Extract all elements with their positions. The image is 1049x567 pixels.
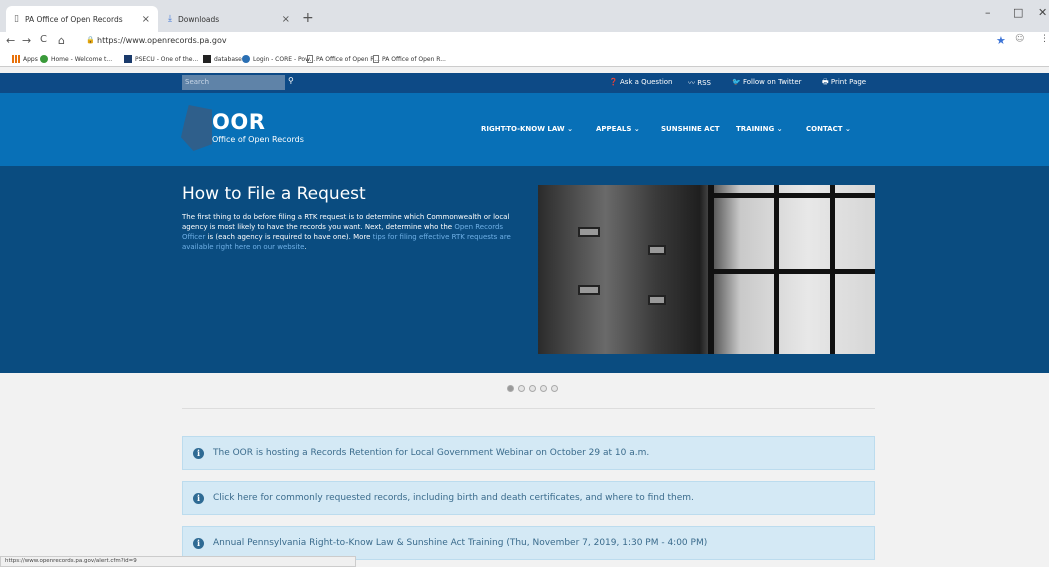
alert-annual-training[interactable]: i Annual Pennsylvania Right-to-Know Law … (182, 526, 875, 560)
tab-title: Downloads (177, 14, 220, 24)
close-window-button[interactable]: ✕ (1038, 6, 1047, 19)
nav-training[interactable]: TRAINING ⌄ (736, 125, 783, 133)
home-icon[interactable]: ⌂ (58, 34, 65, 47)
bookmark-star-icon[interactable]: ★ (996, 34, 1006, 47)
pennsylvania-map-logo-icon (181, 105, 212, 151)
carousel-dot[interactable] (529, 385, 536, 392)
carousel-indicators (507, 385, 558, 392)
chevron-down-icon: ⌄ (633, 125, 640, 133)
nav-appeals[interactable]: APPEALS ⌄ (596, 125, 640, 133)
page-icon (307, 55, 313, 63)
filing-cabinet-photo (538, 185, 875, 354)
page-icon: ▯ (14, 14, 19, 24)
favicon-icon (203, 55, 211, 63)
chevron-down-icon: ⌄ (844, 125, 851, 133)
carousel-dot[interactable] (507, 385, 514, 392)
bookmark-apps[interactable]: Apps (12, 55, 38, 63)
bookmark-home-welcome[interactable]: Home - Welcome t... (40, 55, 112, 63)
alert-common-records[interactable]: i Click here for commonly requested reco… (182, 481, 875, 515)
bookmark-database[interactable]: database (203, 55, 242, 63)
info-icon: i (193, 537, 204, 549)
close-tab-icon[interactable]: × (282, 14, 290, 25)
nav-contact[interactable]: CONTACT ⌄ (806, 125, 851, 133)
nav-sunshine-act[interactable]: SUNSHINE ACT (661, 125, 720, 133)
browser-tab-strip: ▯ PA Office of Open Records × ⤓ Download… (0, 0, 1049, 32)
chevron-down-icon: ⌄ (776, 125, 783, 133)
forward-icon[interactable]: → (22, 34, 31, 47)
bookmark-pa-office-2[interactable]: PA Office of Open R... (373, 55, 446, 63)
site-header: OOR Office of Open Records RIGHT-TO-KNOW… (0, 93, 1049, 166)
carousel-dot[interactable] (518, 385, 525, 392)
menu-kebab-icon[interactable]: ⋮ (1040, 34, 1049, 44)
info-icon: i (193, 447, 204, 459)
favicon-icon (40, 55, 48, 63)
twitter-icon: 🐦 (732, 78, 741, 86)
browser-toolbar: ← → C ⌂ 🔒 https://www.openrecords.pa.gov… (0, 32, 1049, 52)
alert-webinar[interactable]: i The OOR is hosting a Records Retention… (182, 436, 875, 470)
profile-icon[interactable]: ☺ (1015, 34, 1024, 44)
alert-text: Annual Pennsylvania Right-to-Know Law & … (213, 538, 708, 548)
site-utility-bar: Search ⚲ ❓ Ask a Question 〰 RSS 🐦 Follow… (0, 73, 1049, 93)
bookmark-login-core[interactable]: Login - CORE - Pow... (242, 55, 315, 63)
tab-pa-office[interactable]: ▯ PA Office of Open Records × (6, 6, 158, 32)
nav-right-to-know-law[interactable]: RIGHT-TO-KNOW LAW ⌄ (481, 125, 573, 133)
page-icon (373, 55, 379, 63)
close-tab-icon[interactable]: × (142, 14, 150, 25)
alert-text: Click here for commonly requested record… (213, 493, 694, 503)
logo-title[interactable]: OOR (212, 110, 265, 134)
back-icon[interactable]: ← (6, 34, 15, 47)
apps-grid-icon (12, 55, 20, 63)
hero-description: The first thing to do before filing a RT… (182, 213, 511, 251)
tab-title: PA Office of Open Records (24, 14, 123, 24)
twitter-link[interactable]: 🐦 Follow on Twitter (732, 78, 802, 86)
carousel-dot[interactable] (551, 385, 558, 392)
question-circle-icon: ❓ (609, 78, 618, 86)
carousel-dot[interactable] (540, 385, 547, 392)
ask-question-link[interactable]: ❓ Ask a Question (609, 78, 673, 86)
new-tab-button[interactable]: + (302, 10, 314, 26)
tab-downloads[interactable]: ⤓ Downloads × (160, 6, 298, 32)
bookmarks-bar: Apps Home - Welcome t... PSECU - One of … (0, 52, 1049, 67)
reload-icon[interactable]: C (40, 34, 47, 45)
download-icon: ⤓ (168, 14, 172, 24)
favicon-icon (124, 55, 132, 63)
hero-title: How to File a Request (182, 184, 366, 204)
chevron-down-icon: ⌄ (567, 125, 573, 133)
print-icon: 🖶 (822, 78, 829, 86)
logo-subtitle[interactable]: Office of Open Records (212, 135, 304, 144)
alert-text: The OOR is hosting a Records Retention f… (213, 448, 650, 458)
divider (182, 408, 875, 409)
favicon-icon (242, 55, 250, 63)
bookmark-psecu[interactable]: PSECU - One of the... (124, 55, 198, 63)
hero-carousel-slide: How to File a Request The first thing to… (0, 166, 1049, 373)
maximize-button[interactable]: □ (1013, 6, 1023, 19)
browser-status-url: https://www.openrecords.pa.gov/alert.cfm… (0, 556, 356, 567)
print-page-link[interactable]: 🖶 Print Page (822, 78, 866, 89)
bookmark-pa-office-1[interactable]: PA Office of Open R... (307, 55, 380, 63)
address-bar[interactable]: https://www.openrecords.pa.gov (97, 36, 227, 45)
lock-icon: 🔒 (86, 36, 95, 44)
search-input[interactable]: Search (182, 75, 285, 90)
search-icon[interactable]: ⚲ (288, 76, 294, 85)
rss-link[interactable]: 〰 RSS (688, 78, 711, 88)
rss-icon: 〰 (688, 79, 695, 87)
minimize-button[interactable]: – (985, 6, 991, 19)
info-icon: i (193, 492, 204, 504)
